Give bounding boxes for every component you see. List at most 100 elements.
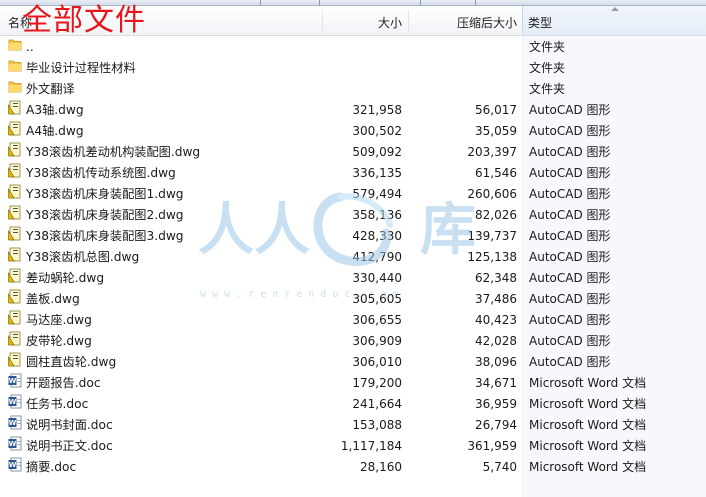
file-compressed-size: 5,740 <box>482 460 517 474</box>
file-size: 336,135 <box>352 166 402 180</box>
column-header-compressed-size[interactable]: 压缩后大小 <box>408 6 517 35</box>
file-row[interactable]: .. 文件夹 <box>0 37 706 58</box>
svg-text:W: W <box>9 419 17 427</box>
file-row[interactable]: W 说明书正文.doc 1,117,184 361,959 Microsoft Word… <box>0 436 706 457</box>
file-name: Y38滚齿机传动系统图.dwg <box>26 166 176 180</box>
file-name: 说明书正文.doc <box>26 439 113 453</box>
overlay-title: 全部文件 <box>22 3 146 38</box>
file-row[interactable]: W 任务书.doc 241,664 36,959 Microsoft Word 文档 <box>0 394 706 415</box>
file-type: AutoCAD 图形 <box>529 313 611 327</box>
file-type: AutoCAD 图形 <box>529 145 611 159</box>
column-header-size[interactable]: 大小 <box>322 6 402 35</box>
file-row[interactable]: A3轴.dwg 321,958 56,017 AutoCAD 图形 <box>0 100 706 121</box>
svg-text:W: W <box>9 440 17 448</box>
file-compressed-size: 56,017 <box>475 103 517 117</box>
file-name: 摘要.doc <box>26 460 77 474</box>
file-compressed-size: 40,423 <box>475 313 517 327</box>
file-size: 358,136 <box>352 208 402 222</box>
file-size: 330,440 <box>352 271 402 285</box>
file-compressed-size: 37,486 <box>475 292 517 306</box>
file-type: 文件夹 <box>529 82 566 96</box>
file-name: 开题报告.doc <box>26 376 101 390</box>
file-type: AutoCAD 图形 <box>529 103 611 117</box>
file-type: Microsoft Word 文档 <box>529 418 647 432</box>
file-row[interactable]: W 摘要.doc 28,160 5,740 Microsoft Word 文档 <box>0 457 706 478</box>
file-name: 盖板.dwg <box>26 292 80 306</box>
file-row[interactable]: 马达座.dwg 306,655 40,423 AutoCAD 图形 <box>0 310 706 331</box>
file-row[interactable]: A4轴.dwg 300,502 35,059 AutoCAD 图形 <box>0 121 706 142</box>
dwg-icon <box>8 268 22 283</box>
file-size: 412,790 <box>352 250 402 264</box>
file-row[interactable]: 盖板.dwg 305,605 37,486 AutoCAD 图形 <box>0 289 706 310</box>
file-row[interactable]: Y38滚齿机床身装配图2.dwg 358,136 82,026 AutoCAD 图形 <box>0 205 706 226</box>
file-name: 马达座.dwg <box>26 313 92 327</box>
file-compressed-size: 139,737 <box>467 229 517 243</box>
svg-text:W: W <box>9 461 17 469</box>
file-compressed-size: 38,096 <box>475 355 517 369</box>
file-row[interactable]: Y38滚齿机床身装配图1.dwg 579,494 260,606 AutoCAD 图形 <box>0 184 706 205</box>
file-size: 509,092 <box>352 145 402 159</box>
file-name: A4轴.dwg <box>26 124 84 138</box>
dwg-icon <box>8 310 22 325</box>
dwg-icon <box>8 184 22 199</box>
file-name: 说明书封面.doc <box>26 418 113 432</box>
doc-icon: W <box>8 457 22 472</box>
dwg-icon <box>8 163 22 178</box>
file-row[interactable]: 外文翻译 文件夹 <box>0 79 706 100</box>
svg-text:W: W <box>9 398 17 406</box>
file-row[interactable]: 差动蜗轮.dwg 330,440 62,348 AutoCAD 图形 <box>0 268 706 289</box>
file-type: Microsoft Word 文档 <box>529 460 647 474</box>
file-type: Microsoft Word 文档 <box>529 397 647 411</box>
folder-up-icon <box>8 37 22 52</box>
dwg-icon <box>8 121 22 136</box>
file-type: AutoCAD 图形 <box>529 229 611 243</box>
file-row[interactable]: W 开题报告.doc 179,200 34,671 Microsoft Word 文档 <box>0 373 706 394</box>
file-row[interactable]: 毕业设计过程性材料 文件夹 <box>0 58 706 79</box>
file-compressed-size: 42,028 <box>475 334 517 348</box>
file-name: 皮带轮.dwg <box>26 334 92 348</box>
file-compressed-size: 35,059 <box>475 124 517 138</box>
file-row[interactable]: Y38滚齿机床身装配图3.dwg 428,330 139,737 AutoCAD 图形 <box>0 226 706 247</box>
folder-icon <box>8 58 22 73</box>
file-size: 300,502 <box>352 124 402 138</box>
file-row[interactable]: Y38滚齿机差动机构装配图.dwg 509,092 203,397 AutoCAD 图… <box>0 142 706 163</box>
file-compressed-size: 62,348 <box>475 271 517 285</box>
file-name: Y38滚齿机总图.dwg <box>26 250 140 264</box>
file-row[interactable]: 圆柱直齿轮.dwg 306,010 38,096 AutoCAD 图形 <box>0 352 706 373</box>
dwg-icon <box>8 331 22 346</box>
file-size: 28,160 <box>360 460 402 474</box>
file-type: Microsoft Word 文档 <box>529 376 647 390</box>
file-compressed-size: 36,959 <box>475 397 517 411</box>
file-type: AutoCAD 图形 <box>529 208 611 222</box>
doc-icon: W <box>8 394 22 409</box>
file-name: Y38滚齿机床身装配图2.dwg <box>26 208 184 222</box>
file-size: 428,330 <box>352 229 402 243</box>
file-size: 241,664 <box>352 397 402 411</box>
doc-icon: W <box>8 415 22 430</box>
file-size: 321,958 <box>352 103 402 117</box>
file-type: Microsoft Word 文档 <box>529 439 647 453</box>
file-type: 文件夹 <box>529 61 566 75</box>
column-header-type[interactable]: 类型 <box>522 6 706 35</box>
file-size: 305,605 <box>352 292 402 306</box>
file-size: 306,655 <box>352 313 402 327</box>
dwg-icon <box>8 100 22 115</box>
file-type: AutoCAD 图形 <box>529 166 611 180</box>
file-name: Y38滚齿机差动机构装配图.dwg <box>26 145 201 159</box>
doc-icon: W <box>8 373 22 388</box>
file-name: 毕业设计过程性材料 <box>26 61 136 75</box>
file-row[interactable]: Y38滚齿机总图.dwg 412,790 125,138 AutoCAD 图形 <box>0 247 706 268</box>
sort-ascending-icon <box>610 7 619 11</box>
dwg-icon <box>8 352 22 367</box>
folder-icon <box>8 79 22 94</box>
file-row[interactable]: Y38滚齿机传动系统图.dwg 336,135 61,546 AutoCAD 图形 <box>0 163 706 184</box>
file-compressed-size: 82,026 <box>475 208 517 222</box>
file-compressed-size: 260,606 <box>467 187 517 201</box>
dwg-icon <box>8 142 22 157</box>
file-size: 579,494 <box>352 187 402 201</box>
file-name: Y38滚齿机床身装配图1.dwg <box>26 187 184 201</box>
file-type: AutoCAD 图形 <box>529 250 611 264</box>
file-compressed-size: 61,546 <box>475 166 517 180</box>
file-row[interactable]: W 说明书封面.doc 153,088 26,794 Microsoft Word 文档 <box>0 415 706 436</box>
file-row[interactable]: 皮带轮.dwg 306,909 42,028 AutoCAD 图形 <box>0 331 706 352</box>
